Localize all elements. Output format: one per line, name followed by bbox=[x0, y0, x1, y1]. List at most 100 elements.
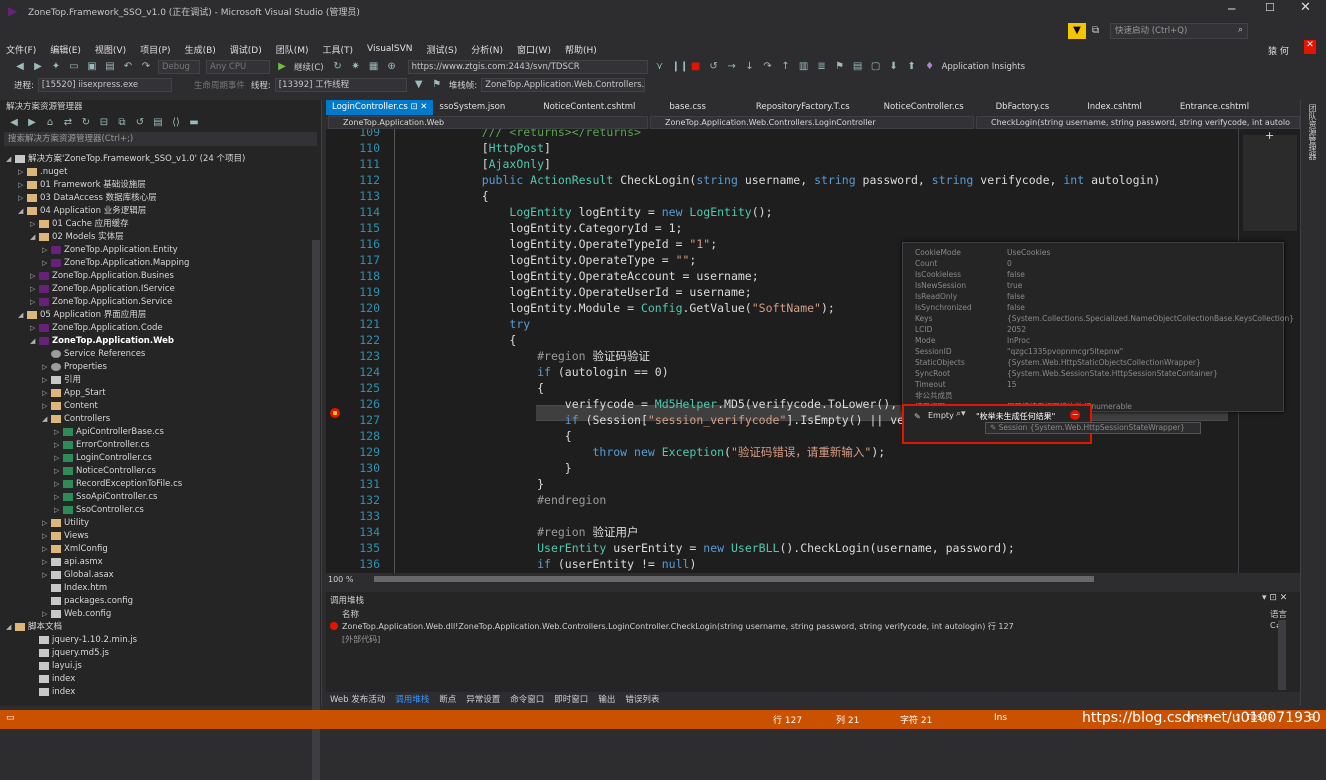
up-icon[interactable]: ⬆ bbox=[906, 61, 918, 73]
close-button[interactable]: ✕ bbox=[1300, 0, 1311, 15]
continue-icon[interactable]: ▶ bbox=[276, 61, 288, 73]
menu-team[interactable]: 团队(M) bbox=[276, 43, 309, 56]
tab-dbfactory[interactable]: DbFactory.cs bbox=[990, 100, 1056, 115]
comment-icon[interactable]: ▤ bbox=[852, 61, 864, 73]
column-name[interactable]: 名称 bbox=[342, 608, 359, 620]
member-dropdown[interactable]: CheckLogin(string username, string passw… bbox=[976, 116, 1300, 129]
menu-file[interactable]: 文件(F) bbox=[6, 43, 36, 56]
tab-breakpoints[interactable]: 断点 bbox=[439, 693, 456, 705]
datatip-row[interactable]: IsSynchronized false bbox=[915, 302, 1025, 313]
tab-noticecontroller[interactable]: NoticeController.cs bbox=[878, 100, 970, 115]
home-icon[interactable]: ⌂ bbox=[44, 117, 56, 129]
repo-icon[interactable]: ⇡ bbox=[1234, 713, 1242, 723]
menu-edit[interactable]: 编辑(E) bbox=[50, 43, 81, 56]
tree-item[interactable]: ▷ .nuget bbox=[0, 166, 312, 179]
filter-thread-icon[interactable]: ▼ bbox=[413, 79, 425, 91]
show-next-icon[interactable]: → bbox=[726, 61, 738, 73]
tree-item[interactable]: jquery.md5.js bbox=[0, 647, 312, 660]
tree-item[interactable]: ▷ ZoneTop.Application.Code bbox=[0, 322, 312, 335]
menu-tools[interactable]: 工具(T) bbox=[323, 43, 354, 56]
tree-item[interactable]: ▷ 01 Cache 应用缓存 bbox=[0, 218, 312, 231]
datatip-row[interactable]: IsNewSession true bbox=[915, 280, 1022, 291]
uncomment-icon[interactable]: ▢ bbox=[870, 61, 882, 73]
tree-item[interactable]: index bbox=[0, 673, 312, 686]
expanded-arrow-icon[interactable]: ◢ bbox=[18, 205, 27, 218]
tree-item[interactable]: ▷ Properties bbox=[0, 361, 312, 374]
pending-icon[interactable]: ↻ bbox=[80, 117, 92, 129]
tree-item[interactable]: ▷ Utility bbox=[0, 517, 312, 530]
team-explorer-tab[interactable]: 团队资源管理器 bbox=[1307, 104, 1318, 160]
minimize-button[interactable]: ─ bbox=[1228, 2, 1235, 16]
collapsed-arrow-icon[interactable]: ▷ bbox=[54, 478, 63, 491]
tree-item[interactable]: ▷ api.asmx bbox=[0, 556, 312, 569]
collapsed-arrow-icon[interactable]: ▷ bbox=[54, 465, 63, 478]
collapsed-arrow-icon[interactable]: ▷ bbox=[42, 517, 51, 530]
new-project-icon[interactable]: ✦ bbox=[50, 61, 62, 73]
collapsed-arrow-icon[interactable]: ▷ bbox=[30, 218, 39, 231]
datatip-row[interactable]: Mode InProc bbox=[915, 335, 1030, 346]
expanded-arrow-icon[interactable]: ◢ bbox=[30, 335, 39, 348]
feedback-icon[interactable]: ⧉ bbox=[1092, 25, 1099, 36]
menu-view[interactable]: 视图(V) bbox=[95, 43, 126, 56]
collapsed-arrow-icon[interactable]: ▷ bbox=[54, 504, 63, 517]
tree-item[interactable]: ◢ 脚本文档 bbox=[0, 621, 312, 634]
status-repo[interactable]: TDSCR bbox=[1246, 713, 1273, 722]
collapsed-arrow-icon[interactable]: ▷ bbox=[42, 374, 51, 387]
collapsed-arrow-icon[interactable]: ▷ bbox=[42, 400, 51, 413]
tree-item[interactable]: Index.htm bbox=[0, 582, 312, 595]
download-icon[interactable]: ⬇ bbox=[888, 61, 900, 73]
datatip-row[interactable]: CookieMode UseCookies bbox=[915, 247, 1050, 258]
collapsed-arrow-icon[interactable]: ▷ bbox=[42, 244, 51, 257]
zoom-level[interactable]: 100 % bbox=[328, 575, 360, 584]
tree-item[interactable]: ◢ 04 Application 业务逻辑层 bbox=[0, 205, 312, 218]
collapsed-arrow-icon[interactable]: ▷ bbox=[42, 569, 51, 582]
menu-window[interactable]: 窗口(W) bbox=[517, 43, 551, 56]
menu-project[interactable]: 项目(P) bbox=[140, 43, 170, 56]
collapsed-arrow-icon[interactable]: ▷ bbox=[42, 543, 51, 556]
forward-icon[interactable]: ▶ bbox=[32, 61, 44, 73]
tree-item[interactable]: ▷ ZoneTop.Application.Mapping bbox=[0, 257, 312, 270]
tree-item[interactable]: ▷ Views bbox=[0, 530, 312, 543]
tree-item[interactable]: ▷ 03 DataAccess 数据库核心层 bbox=[0, 192, 312, 205]
tree-item[interactable]: ▷ ErrorController.cs bbox=[0, 439, 312, 452]
quick-launch[interactable]: ▼ ⧉ 快速启动 (Ctrl+Q) ⌕ bbox=[1068, 22, 1252, 40]
tab-basecss[interactable]: base.css bbox=[663, 100, 712, 115]
menu-debug[interactable]: 调试(D) bbox=[230, 43, 262, 56]
menu-visualsvn[interactable]: VisualSVN bbox=[367, 44, 412, 54]
expanded-arrow-icon[interactable]: ◢ bbox=[30, 231, 39, 244]
flame-icon[interactable]: ✷ bbox=[350, 61, 362, 73]
tab-output[interactable]: 输出 bbox=[598, 693, 615, 705]
expanded-arrow-icon[interactable]: ◢ bbox=[6, 621, 15, 634]
tab-exception-settings[interactable]: 异常设置 bbox=[466, 693, 500, 705]
tree-item[interactable]: ▷ Web.config bbox=[0, 608, 312, 621]
undo-icon[interactable]: ↶ bbox=[122, 61, 134, 73]
thread-select[interactable]: [13392] 工作线程 bbox=[274, 78, 407, 92]
column-language[interactable]: 语言 bbox=[1270, 608, 1287, 620]
tree-item[interactable]: ▷ SsoController.cs bbox=[0, 504, 312, 517]
app-insights-button[interactable]: Application Insights bbox=[942, 62, 1025, 72]
editor-horizontal-scrollbar[interactable]: 100 % bbox=[326, 573, 1238, 585]
continue-button[interactable]: 继续(C) bbox=[294, 61, 324, 73]
tree-item[interactable]: ▷ 01 Framework 基础设施层 bbox=[0, 179, 312, 192]
status-zoom[interactable]: 99+ bbox=[1198, 713, 1215, 722]
pin-icon[interactable]: ⊕ bbox=[386, 61, 398, 73]
code-icon[interactable]: ⟨⟩ bbox=[170, 117, 182, 129]
add-icon[interactable]: + bbox=[1265, 129, 1274, 142]
thread-icon[interactable]: ≣ bbox=[816, 61, 828, 73]
tree-item[interactable]: ◢ Controllers bbox=[0, 413, 312, 426]
maximize-button[interactable]: ☐ bbox=[1265, 1, 1275, 14]
callstack-scrollbar[interactable] bbox=[1278, 620, 1286, 690]
pencil-icon[interactable]: ✎ bbox=[1186, 713, 1194, 723]
menu-help[interactable]: 帮助(H) bbox=[565, 43, 597, 56]
tree-item[interactable]: layui.js bbox=[0, 660, 312, 673]
sync-icon[interactable]: ⇄ bbox=[62, 117, 74, 129]
minimap-viewport[interactable] bbox=[1243, 135, 1297, 231]
collapsed-arrow-icon[interactable]: ▷ bbox=[54, 452, 63, 465]
tree-item[interactable]: ▷ LoginController.cs bbox=[0, 452, 312, 465]
external-code-row[interactable]: [外部代码] bbox=[342, 634, 380, 645]
step-over-icon[interactable]: ↷ bbox=[762, 61, 774, 73]
menu-build[interactable]: 生成(B) bbox=[185, 43, 216, 56]
tree-item[interactable]: ▷ XmlConfig bbox=[0, 543, 312, 556]
tree-item[interactable]: packages.config bbox=[0, 595, 312, 608]
pause-icon[interactable]: ❙❙ bbox=[672, 61, 689, 73]
